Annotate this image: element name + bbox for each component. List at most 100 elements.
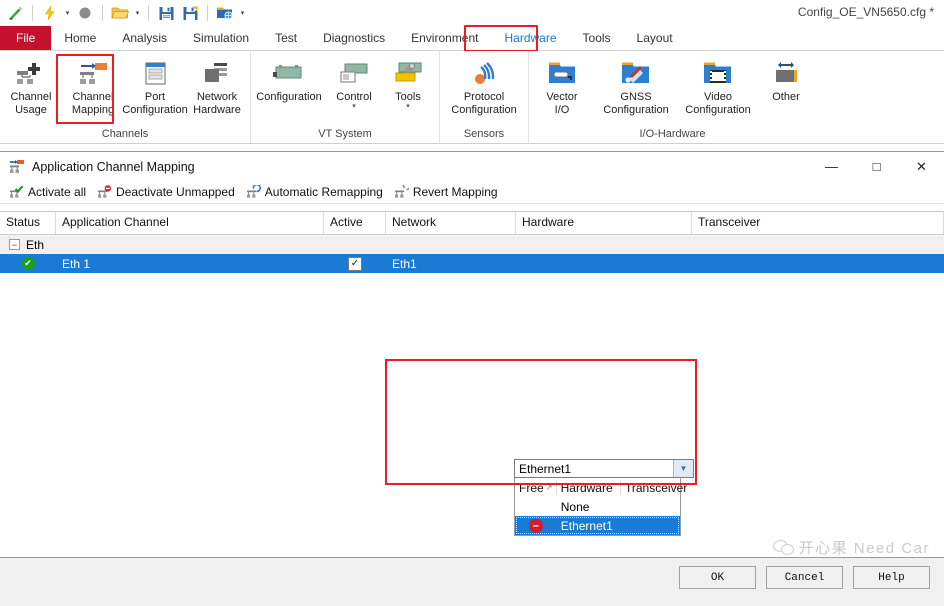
- column-header-hardware[interactable]: Hardware: [516, 212, 692, 234]
- toolbar-deactivate-unmapped[interactable]: Deactivate Unmapped: [93, 185, 239, 199]
- qat-separator: [32, 5, 33, 21]
- ok-button[interactable]: OK: [679, 566, 756, 589]
- options-icon[interactable]: [214, 2, 236, 24]
- dropdown-option-ethernet1[interactable]: – Ethernet1: [515, 516, 680, 535]
- wechat-icon: [772, 540, 794, 555]
- ribbon-button-channel-usage[interactable]: Channel Usage: [0, 56, 62, 117]
- toolbar-automatic-remapping[interactable]: Automatic Remapping: [242, 185, 387, 199]
- ribbon-button-network-hardware[interactable]: Network Hardware: [186, 56, 248, 117]
- help-button[interactable]: Help: [853, 566, 930, 589]
- deactivate-unmapped-icon: [97, 185, 112, 199]
- flash-dropdown-caret[interactable]: ▾: [63, 9, 72, 17]
- cell-active: ✓: [324, 256, 386, 271]
- dialog-footer: 开心果 Need Car OK Cancel Help: [0, 540, 944, 606]
- dropdown-header-row: Free ↗ Hardware Transceiver: [515, 478, 687, 497]
- other-io-icon: [769, 58, 803, 88]
- ribbon-button-vt-control[interactable]: Control ▾: [327, 56, 381, 110]
- cell-network: Eth1: [392, 256, 417, 271]
- tab-file[interactable]: File: [0, 26, 52, 50]
- minimize-icon[interactable]: —: [809, 152, 854, 181]
- ribbon-button-vt-tools[interactable]: Tools ▾: [381, 56, 435, 110]
- dropdown-column-label: Free: [519, 480, 544, 495]
- ribbon-group-vt-system: Configuration Control ▾ Tools ▾ VT Syste…: [251, 51, 440, 143]
- ribbon-button-video-configuration[interactable]: Video Configuration: [677, 56, 759, 117]
- save-as-icon[interactable]: [179, 2, 201, 24]
- ribbon-button-label: Port Configuration: [122, 91, 188, 116]
- close-icon[interactable]: ✕: [899, 152, 944, 181]
- chevron-down-icon[interactable]: ▼: [673, 460, 693, 477]
- gnss-configuration-icon: [619, 58, 653, 88]
- port-configuration-icon: [138, 58, 172, 88]
- tab-home[interactable]: Home: [51, 26, 109, 50]
- tab-simulation[interactable]: Simulation: [180, 26, 262, 50]
- ribbon-group-channels: Channel Usage Channel Mapping Port Confi…: [0, 51, 251, 143]
- chevron-down-icon[interactable]: ▾: [352, 103, 356, 110]
- channel-mapping-dialog-icon: [8, 159, 25, 174]
- ribbon-button-other-io[interactable]: Other: [759, 56, 813, 104]
- open-dropdown-caret[interactable]: ▾: [133, 9, 142, 17]
- ribbon-group-title: I/O-Hardware: [639, 128, 706, 140]
- hardware-combo-value: Ethernet1: [519, 461, 572, 476]
- ribbon-button-vt-configuration[interactable]: Configuration: [251, 56, 327, 104]
- column-header-active[interactable]: Active: [324, 212, 386, 234]
- active-checkbox[interactable]: ✓: [348, 256, 362, 271]
- ribbon-group-title: VT System: [318, 128, 372, 140]
- cancel-button[interactable]: Cancel: [766, 566, 843, 589]
- toolbar-activate-all[interactable]: Activate all: [5, 185, 90, 199]
- protocol-configuration-icon: [467, 58, 501, 88]
- dialog-toolbar: Activate all Deactivate Unmapped Automat…: [0, 181, 944, 204]
- ribbon-button-port-configuration[interactable]: Port Configuration: [122, 56, 188, 117]
- tab-layout[interactable]: Layout: [624, 26, 686, 50]
- group-row-label: Eth: [26, 237, 45, 252]
- maximize-icon[interactable]: □: [854, 152, 899, 181]
- ribbon-group-sensors: Protocol Configuration Sensors: [440, 51, 529, 143]
- ribbon-button-label: Protocol Configuration: [451, 91, 517, 116]
- more-caret[interactable]: ▾: [238, 9, 247, 17]
- tab-tools[interactable]: Tools: [570, 26, 624, 50]
- grid-group-row-eth[interactable]: − Eth: [0, 235, 944, 254]
- hardware-combo[interactable]: Ethernet1 ▼: [514, 459, 694, 478]
- status-ok-icon: ✔: [21, 257, 35, 270]
- canoe-application-window: ▾ ▾ ▾ Config_OE_VN5650.cfg * File Home A…: [0, 0, 944, 606]
- canoe-icon[interactable]: [4, 2, 26, 24]
- cell-application-channel: Eth 1: [62, 256, 91, 271]
- dropdown-column-hardware[interactable]: Hardware: [557, 480, 621, 495]
- hardware-dropdown-popup: Free ↗ Hardware Transceiver None – Ether…: [514, 478, 687, 536]
- save-icon[interactable]: [155, 2, 177, 24]
- ribbon-button-protocol-configuration[interactable]: Protocol Configuration: [444, 56, 524, 117]
- column-header-network[interactable]: Network: [386, 212, 516, 234]
- watermark: 开心果 Need Car: [772, 537, 930, 558]
- option-hardware-label: None: [560, 499, 590, 514]
- qat-separator-3: [148, 5, 149, 21]
- column-header-application-channel[interactable]: Application Channel: [56, 212, 324, 234]
- record-icon[interactable]: [74, 2, 96, 24]
- chevron-down-icon[interactable]: ▾: [406, 103, 410, 110]
- ribbon-button-vector-io[interactable]: Vector I/O: [529, 56, 595, 117]
- toolbar-revert-mapping[interactable]: Revert Mapping: [390, 185, 502, 199]
- toolbar-label: Activate all: [28, 185, 87, 199]
- dropdown-option-none[interactable]: None: [515, 497, 680, 516]
- dropdown-column-free[interactable]: Free ↗: [515, 480, 557, 495]
- ribbon-button-label: Network Hardware: [193, 91, 241, 116]
- tab-analysis[interactable]: Analysis: [109, 26, 180, 50]
- hardware-combo-container: Ethernet1 ▼ Free ↗ Hardware Transceiver: [514, 459, 694, 536]
- dialog-window-controls: — □ ✕: [809, 152, 944, 181]
- vector-io-icon: [545, 58, 579, 88]
- group-expander-icon[interactable]: −: [9, 239, 20, 250]
- channel-mapping-highlight-box: [56, 54, 114, 124]
- tab-test[interactable]: Test: [262, 26, 310, 50]
- table-row[interactable]: ✔ Eth 1 ✓ Eth1: [0, 254, 944, 273]
- column-header-status[interactable]: Status: [0, 212, 56, 234]
- ribbon-content: Channel Usage Channel Mapping Port Confi…: [0, 51, 944, 144]
- network-hardware-icon: [200, 58, 234, 88]
- column-header-transceiver[interactable]: Transceiver: [692, 212, 944, 234]
- tab-diagnostics[interactable]: Diagnostics: [310, 26, 398, 50]
- open-folder-icon[interactable]: [109, 2, 131, 24]
- dropdown-column-transceiver[interactable]: Transceiver: [621, 481, 687, 495]
- automatic-remapping-icon: [246, 185, 261, 199]
- ribbon-button-gnss-configuration[interactable]: GNSS Configuration: [595, 56, 677, 117]
- vt-control-icon: [337, 58, 371, 88]
- toolbar-label: Revert Mapping: [412, 185, 498, 199]
- toolbar-label: Deactivate Unmapped: [116, 185, 235, 199]
- flash-icon[interactable]: [39, 2, 61, 24]
